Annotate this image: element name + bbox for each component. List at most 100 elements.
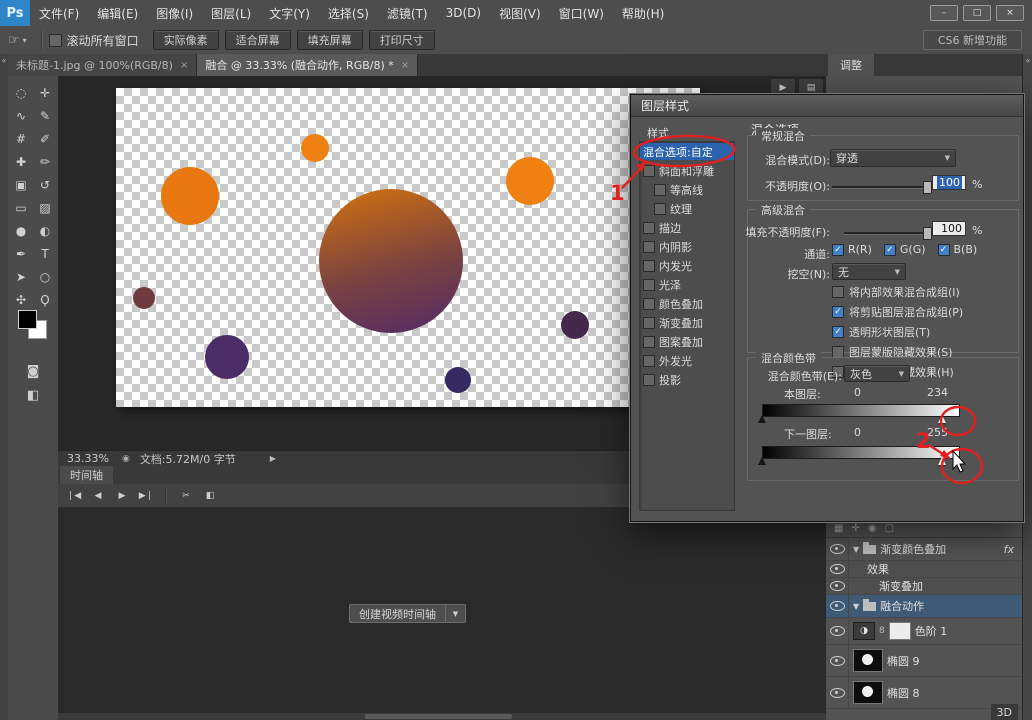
style-item-颜色叠加[interactable]: 颜色叠加 [640, 294, 734, 313]
menu-文件(F)[interactable]: 文件(F) [30, 0, 88, 26]
document-tab-untitled[interactable]: 未标题-1.jpg @ 100%(RGB/8) × [8, 54, 197, 76]
blend-mode-dropdown[interactable]: 穿透 ▼ [830, 149, 956, 167]
view-button-打印尺寸[interactable]: 打印尺寸 [369, 30, 435, 50]
layer-row-渐变颜色叠加[interactable]: ▼渐变颜色叠加fx [826, 538, 1022, 561]
blend-if-channel-dropdown[interactable]: 灰色 ▼ [844, 365, 910, 382]
fill-opacity-slider[interactable] [844, 232, 930, 235]
minimize-button[interactable]: – [930, 5, 958, 21]
underlying-layer-black-slider[interactable] [758, 457, 766, 465]
style-item-内发光[interactable]: 内发光 [640, 256, 734, 275]
opacity-input[interactable]: 100 [932, 175, 966, 190]
visibility-toggle[interactable] [826, 561, 849, 577]
channel-checkbox[interactable]: ✓ [884, 244, 896, 256]
slider-knob[interactable] [923, 181, 932, 194]
canvas[interactable] [116, 88, 700, 407]
slider-knob[interactable] [923, 227, 932, 240]
view-button-实际像素[interactable]: 实际像素 [153, 30, 219, 50]
gradient-tool[interactable]: ▨ [33, 196, 57, 219]
channel-checkbox[interactable]: ✓ [832, 244, 844, 256]
elliptical-marquee-tool[interactable]: ◌ [9, 81, 33, 104]
spot-healing-brush-tool[interactable]: ✚ [9, 150, 33, 173]
transition-button[interactable]: ◧ [200, 487, 220, 505]
style-item-外发光[interactable]: 外发光 [640, 351, 734, 370]
dodge-tool[interactable]: ◐ [33, 219, 57, 242]
style-checkbox[interactable] [643, 298, 655, 310]
option-checkbox[interactable] [832, 286, 844, 298]
play-button[interactable]: ▶ [112, 487, 132, 505]
layer-row-色阶 1[interactable]: ◑8色阶 1 [826, 618, 1022, 645]
style-checkbox[interactable] [643, 260, 655, 272]
menu-帮助(H)[interactable]: 帮助(H) [613, 0, 673, 26]
timeline-scrollbar[interactable] [58, 713, 826, 720]
lasso-tool[interactable]: ∿ [9, 104, 33, 127]
opacity-slider[interactable] [832, 186, 930, 189]
create-video-timeline-dropdown[interactable]: ▼ [446, 604, 466, 623]
layer-row-效果[interactable]: 效果 [826, 561, 1022, 578]
menu-图层(L)[interactable]: 图层(L) [202, 0, 260, 26]
style-item-内阴影[interactable]: 内阴影 [640, 237, 734, 256]
menu-3D(D)[interactable]: 3D(D) [437, 0, 490, 26]
style-item-blending-options[interactable]: 混合选项:自定 [640, 143, 734, 160]
adjustments-panel-tab[interactable]: 调整 [828, 54, 874, 76]
dialog-title-bar[interactable]: 图层样式 [631, 95, 1023, 117]
eyedropper-tool[interactable]: ✐ [33, 127, 57, 150]
clone-stamp-tool[interactable]: ▣ [9, 173, 33, 196]
style-item-渐变叠加[interactable]: 渐变叠加 [640, 313, 734, 332]
style-item-投影[interactable]: 投影 [640, 370, 734, 389]
split-at-playhead-button[interactable]: ✂ [176, 487, 196, 505]
pen-tool[interactable]: ✒ [9, 242, 33, 265]
option-将剪贴图层混合成组(P)[interactable]: ✓将剪贴图层混合成组(P) [832, 304, 963, 320]
style-checkbox[interactable] [643, 165, 655, 177]
style-item-等高线[interactable]: 等高线 [640, 180, 734, 199]
menu-窗口(W)[interactable]: 窗口(W) [550, 0, 613, 26]
style-checkbox[interactable] [654, 203, 666, 215]
this-layer-white-slider[interactable] [938, 415, 946, 423]
menu-图像(I)[interactable]: 图像(I) [147, 0, 202, 26]
quick-mask-button[interactable]: ◙ [8, 364, 58, 379]
path-selection-tool[interactable]: ➤ [9, 265, 33, 288]
toolbar-collapse-strip[interactable]: « [0, 54, 8, 720]
menu-编辑(E)[interactable]: 编辑(E) [88, 0, 147, 26]
option-透明形状图层(T)[interactable]: ✓透明形状图层(T) [832, 324, 963, 340]
document-tab-blend[interactable]: 融合 @ 33.33% (融合动作, RGB/8) * × [197, 54, 418, 76]
style-item-纹理[interactable]: 纹理 [640, 199, 734, 218]
go-to-previous-frame-button[interactable]: ◀ [88, 487, 108, 505]
history-brush-tool[interactable]: ↺ [33, 173, 57, 196]
foreground-color-swatch[interactable] [18, 310, 37, 329]
channel-checkbox[interactable]: ✓ [938, 244, 950, 256]
style-checkbox[interactable] [643, 336, 655, 348]
underlying-layer-white-slider[interactable] [938, 457, 946, 465]
close-tab-icon[interactable]: × [180, 60, 188, 71]
lock-position-icon[interactable]: ◉ [868, 523, 877, 534]
option-将内部效果混合成组(I)[interactable]: 将内部效果混合成组(I) [832, 284, 963, 300]
style-checkbox[interactable] [643, 374, 655, 386]
workspace-switcher[interactable]: CS6 新增功能 [923, 30, 1022, 50]
crop-tool[interactable]: # [9, 127, 33, 150]
visibility-toggle[interactable] [826, 578, 849, 594]
status-flyout-icon[interactable]: ▶ [270, 454, 276, 463]
3d-panel-tab[interactable]: 3D [991, 704, 1018, 720]
lock-image-pixels-icon[interactable]: ✛ [851, 523, 859, 534]
fill-opacity-input[interactable]: 100 [932, 221, 966, 236]
menu-选择(S)[interactable]: 选择(S) [319, 0, 378, 26]
visibility-toggle[interactable] [826, 618, 849, 644]
option-checkbox[interactable]: ✓ [832, 306, 844, 318]
tool-preset-picker[interactable]: ☞ ▾ [0, 33, 35, 48]
go-to-first-frame-button[interactable]: ❘◀ [64, 487, 84, 505]
style-item-描边[interactable]: 描边 [640, 218, 734, 237]
close-tab-icon[interactable]: × [401, 60, 409, 71]
expander-icon[interactable]: ▼ [853, 545, 859, 554]
menu-滤镜(T)[interactable]: 滤镜(T) [378, 0, 437, 26]
style-checkbox[interactable] [643, 317, 655, 329]
visibility-toggle[interactable] [826, 645, 849, 676]
style-checkbox[interactable] [643, 241, 655, 253]
menu-视图(V)[interactable]: 视图(V) [490, 0, 550, 26]
scrollbar-thumb[interactable] [365, 714, 512, 719]
type-tool[interactable]: T [33, 242, 57, 265]
zoom-level[interactable]: 33.33% [64, 452, 112, 465]
style-checkbox[interactable] [643, 222, 655, 234]
expander-icon[interactable]: ▼ [853, 602, 859, 611]
option-checkbox[interactable]: ✓ [832, 326, 844, 338]
maximize-button[interactable]: □ [963, 5, 991, 21]
style-item-图案叠加[interactable]: 图案叠加 [640, 332, 734, 351]
